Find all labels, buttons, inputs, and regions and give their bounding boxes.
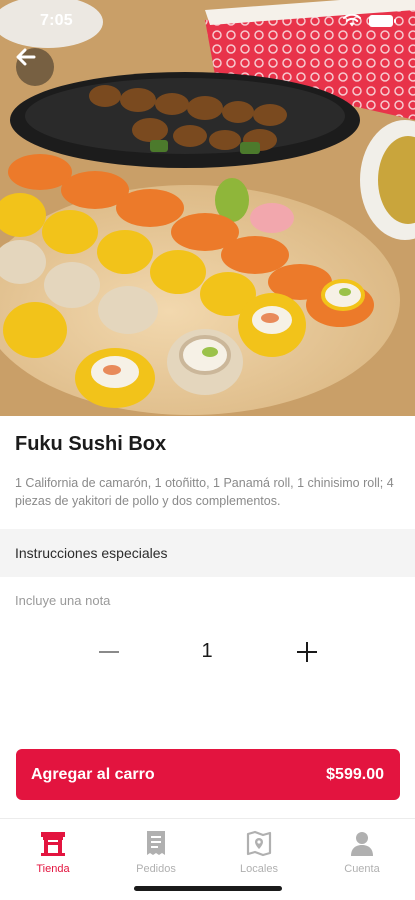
battery-icon xyxy=(369,15,396,27)
quantity-increase-button[interactable] xyxy=(292,637,322,667)
user-icon xyxy=(348,829,376,857)
tab-label-pedidos: Pedidos xyxy=(136,863,176,875)
tab-tienda[interactable]: Tienda xyxy=(13,825,93,881)
product-photo: 7:05 xyxy=(0,0,415,416)
tab-cuenta[interactable]: Cuenta xyxy=(322,825,402,881)
status-time: 7:05 xyxy=(40,12,73,29)
tab-pedidos[interactable]: Pedidos xyxy=(116,825,196,881)
quantity-value: 1 xyxy=(201,640,213,662)
tab-label-tienda: Tienda xyxy=(36,863,70,875)
receipt-icon xyxy=(142,829,170,857)
add-to-cart-button[interactable]: Agregar al carro $599.00 xyxy=(16,749,400,800)
product-title: Fuku Sushi Box xyxy=(15,433,167,455)
instructions-section-header: Instrucciones especiales xyxy=(0,529,415,577)
tab-locales[interactable]: Locales xyxy=(219,825,299,881)
home-indicator xyxy=(134,886,282,891)
status-bar: 7:05 xyxy=(0,0,415,44)
store-icon xyxy=(39,829,67,857)
tab-label-cuenta: Cuenta xyxy=(344,863,380,875)
back-button[interactable] xyxy=(16,48,54,86)
add-to-cart-label: Agregar al carro xyxy=(31,765,155,783)
note-input[interactable] xyxy=(15,588,400,612)
map-icon xyxy=(245,829,273,857)
add-to-cart-price: $599.00 xyxy=(326,765,384,783)
product-description: 1 California de camarón, 1 otoñitto, 1 P… xyxy=(15,476,394,508)
tab-label-locales: Locales xyxy=(240,863,278,875)
quantity-decrease-button[interactable] xyxy=(94,637,124,667)
instructions-label: Instrucciones especiales xyxy=(15,545,168,561)
